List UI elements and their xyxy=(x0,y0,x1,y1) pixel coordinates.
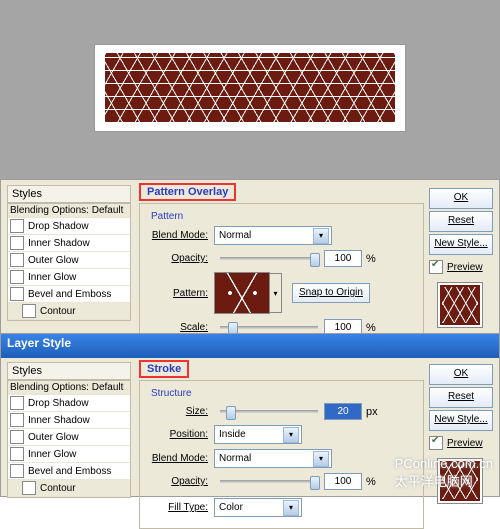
scale-slider[interactable] xyxy=(220,326,318,329)
new-style-button[interactable]: New Style... xyxy=(429,234,493,255)
checkbox[interactable] xyxy=(10,447,24,461)
tab-stroke[interactable]: Stroke xyxy=(139,360,189,378)
preview-frame xyxy=(94,44,406,132)
layer-style-dialog-stroke: Layer Style Styles Blending Options: Def… xyxy=(0,333,500,497)
effect-outer-glow[interactable]: Outer Glow xyxy=(8,429,130,446)
effect-inner-shadow[interactable]: Inner Shadow xyxy=(8,235,130,252)
hex-icon xyxy=(440,285,480,325)
blending-options-row[interactable]: Blending Options: Default xyxy=(8,204,130,218)
unit-label: px xyxy=(366,406,378,418)
titlebar[interactable]: Layer Style xyxy=(1,334,499,358)
checkbox[interactable] xyxy=(10,287,24,301)
position-select[interactable]: Inside▾ xyxy=(214,425,302,444)
unit-label: % xyxy=(366,253,376,265)
layer-style-dialog-pattern: Styles Blending Options: Default Drop Sh… xyxy=(0,179,500,333)
pattern-picker-dropdown[interactable]: ▾ xyxy=(270,273,282,313)
chevron-down-icon: ▾ xyxy=(313,451,329,467)
checkbox[interactable] xyxy=(10,396,24,410)
effect-bevel-emboss[interactable]: Bevel and Emboss xyxy=(8,286,130,303)
filltype-label: Fill Type: xyxy=(148,502,208,513)
blend-mode-select[interactable]: Normal▾ xyxy=(214,449,332,468)
opacity-label: Opacity: xyxy=(148,476,208,487)
settings-panel: Stroke Structure Size: 20 px Position: I… xyxy=(139,360,424,492)
preview-checkbox-row[interactable]: Preview xyxy=(429,436,493,450)
checkbox[interactable] xyxy=(10,253,24,267)
styles-panel: Styles Blending Options: Default Drop Sh… xyxy=(7,362,131,498)
effect-contour[interactable]: Contour xyxy=(8,303,130,320)
checkbox[interactable] xyxy=(10,219,24,233)
effect-outer-glow[interactable]: Outer Glow xyxy=(8,252,130,269)
filltype-select[interactable]: Color▾ xyxy=(214,498,302,517)
slider-thumb[interactable] xyxy=(310,476,320,490)
chevron-down-icon: ▾ xyxy=(283,427,299,443)
opacity-slider[interactable] xyxy=(220,257,318,260)
new-style-button[interactable]: New Style... xyxy=(429,410,493,431)
hex-pattern-strip xyxy=(105,53,395,123)
checkbox[interactable] xyxy=(22,481,36,495)
size-slider[interactable] xyxy=(220,410,318,413)
blend-mode-select[interactable]: Normal▾ xyxy=(214,226,332,245)
styles-header[interactable]: Styles xyxy=(7,362,131,380)
scale-label: Scale: xyxy=(148,322,208,333)
effect-drop-shadow[interactable]: Drop Shadow xyxy=(8,218,130,235)
blend-mode-label: Blend Mode: xyxy=(148,230,208,241)
styles-header[interactable]: Styles xyxy=(7,185,131,203)
blending-options-row[interactable]: Blending Options: Default xyxy=(8,381,130,395)
effect-inner-shadow[interactable]: Inner Shadow xyxy=(8,412,130,429)
fieldset-title: Pattern xyxy=(148,211,186,222)
preview-swatch xyxy=(437,282,483,328)
effects-list: Blending Options: Default Drop Shadow In… xyxy=(7,203,131,321)
effect-bevel-emboss[interactable]: Bevel and Emboss xyxy=(8,463,130,480)
watermark: PConline.com.cn 太平洋电脑网 xyxy=(395,456,493,490)
chevron-down-icon: ▾ xyxy=(313,228,329,244)
chevron-down-icon: ▾ xyxy=(283,500,299,516)
structure-fieldset: Structure Size: 20 px Position: Inside▾ … xyxy=(139,380,424,529)
checkbox[interactable] xyxy=(10,413,24,427)
blend-mode-label: Blend Mode: xyxy=(148,453,208,464)
canvas-preview xyxy=(0,0,500,175)
pattern-label: Pattern: xyxy=(148,288,208,299)
ok-button[interactable]: OK xyxy=(429,364,493,385)
checkbox[interactable] xyxy=(10,270,24,284)
button-column: OK Reset New Style... Preview xyxy=(429,188,493,328)
fieldset-title: Structure xyxy=(148,388,195,399)
checkbox[interactable] xyxy=(429,260,443,274)
reset-button[interactable]: Reset xyxy=(429,211,493,232)
unit-label: % xyxy=(366,322,376,334)
unit-label: % xyxy=(366,476,376,488)
styles-panel: Styles Blending Options: Default Drop Sh… xyxy=(7,185,131,321)
checkbox[interactable] xyxy=(10,236,24,250)
effect-inner-glow[interactable]: Inner Glow xyxy=(8,446,130,463)
opacity-label: Opacity: xyxy=(148,253,208,264)
opacity-slider[interactable] xyxy=(220,480,318,483)
effects-list: Blending Options: Default Drop Shadow In… xyxy=(7,380,131,498)
snap-to-origin-button[interactable]: Snap to Origin xyxy=(292,283,370,303)
opacity-input[interactable]: 100 xyxy=(324,250,362,267)
effect-inner-glow[interactable]: Inner Glow xyxy=(8,269,130,286)
size-input[interactable]: 20 xyxy=(324,403,362,420)
tab-pattern-overlay[interactable]: Pattern Overlay xyxy=(139,183,236,201)
ok-button[interactable]: OK xyxy=(429,188,493,209)
pattern-swatch[interactable] xyxy=(214,272,270,314)
settings-panel: Pattern Overlay Pattern Blend Mode: Norm… xyxy=(139,183,424,329)
slider-thumb[interactable] xyxy=(310,253,320,267)
checkbox[interactable] xyxy=(22,304,36,318)
preview-checkbox-row[interactable]: Preview xyxy=(429,260,493,274)
position-label: Position: xyxy=(148,429,208,440)
checkbox[interactable] xyxy=(10,430,24,444)
checkbox[interactable] xyxy=(10,464,24,478)
opacity-input[interactable]: 100 xyxy=(324,473,362,490)
effect-contour[interactable]: Contour xyxy=(8,480,130,497)
slider-thumb[interactable] xyxy=(226,406,236,420)
size-label: Size: xyxy=(148,406,208,417)
checkbox[interactable] xyxy=(429,436,443,450)
reset-button[interactable]: Reset xyxy=(429,387,493,408)
effect-drop-shadow[interactable]: Drop Shadow xyxy=(8,395,130,412)
